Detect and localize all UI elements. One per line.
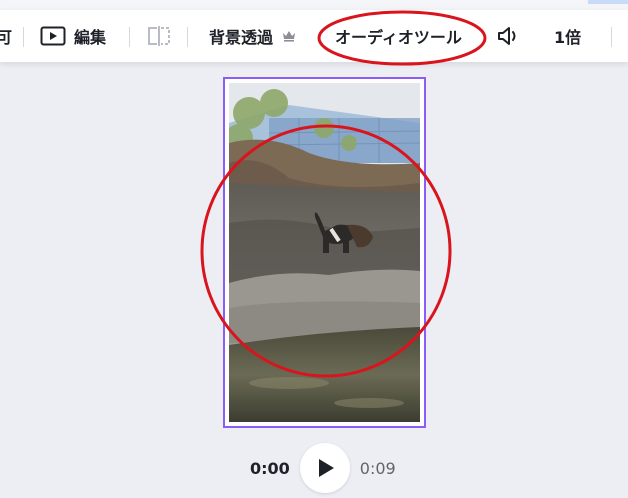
divider (187, 27, 188, 47)
toolbar: 可 編集 背景透過 オーディオツール 1倍 (0, 10, 628, 62)
video-thumbnail (229, 83, 420, 422)
flip-split-icon (146, 25, 172, 47)
speed-button[interactable]: 1倍 (554, 10, 581, 62)
video-selection-frame[interactable] (223, 77, 426, 428)
edit-label: 編集 (74, 28, 107, 47)
duration-time: 0:09 (359, 458, 396, 478)
cut-button[interactable]: 可 (0, 10, 12, 62)
crown-icon (282, 30, 296, 42)
play-icon (317, 458, 335, 478)
audio-tools-button[interactable]: オーディオツール (335, 10, 462, 62)
flip-button[interactable] (146, 10, 172, 62)
divider (129, 27, 130, 47)
divider (23, 27, 24, 47)
top-strip-accent (588, 0, 628, 4)
current-time: 0:00 (250, 458, 290, 478)
top-strip (0, 0, 628, 10)
play-square-icon (40, 26, 66, 46)
play-button[interactable] (299, 443, 350, 493)
audio-tools-label: オーディオツール (335, 28, 462, 47)
divider (611, 27, 612, 47)
volume-button[interactable] (496, 10, 522, 62)
player-controls: 0:00 0:09 (250, 442, 396, 494)
speaker-icon (496, 24, 522, 48)
cut-label: 可 (0, 28, 13, 47)
speed-label: 1倍 (554, 28, 582, 47)
video-frame[interactable] (229, 83, 420, 422)
bg-remove-button[interactable]: 背景透過 (209, 10, 296, 62)
bg-remove-label: 背景透過 (209, 28, 274, 47)
edit-button[interactable]: 編集 (40, 10, 106, 62)
